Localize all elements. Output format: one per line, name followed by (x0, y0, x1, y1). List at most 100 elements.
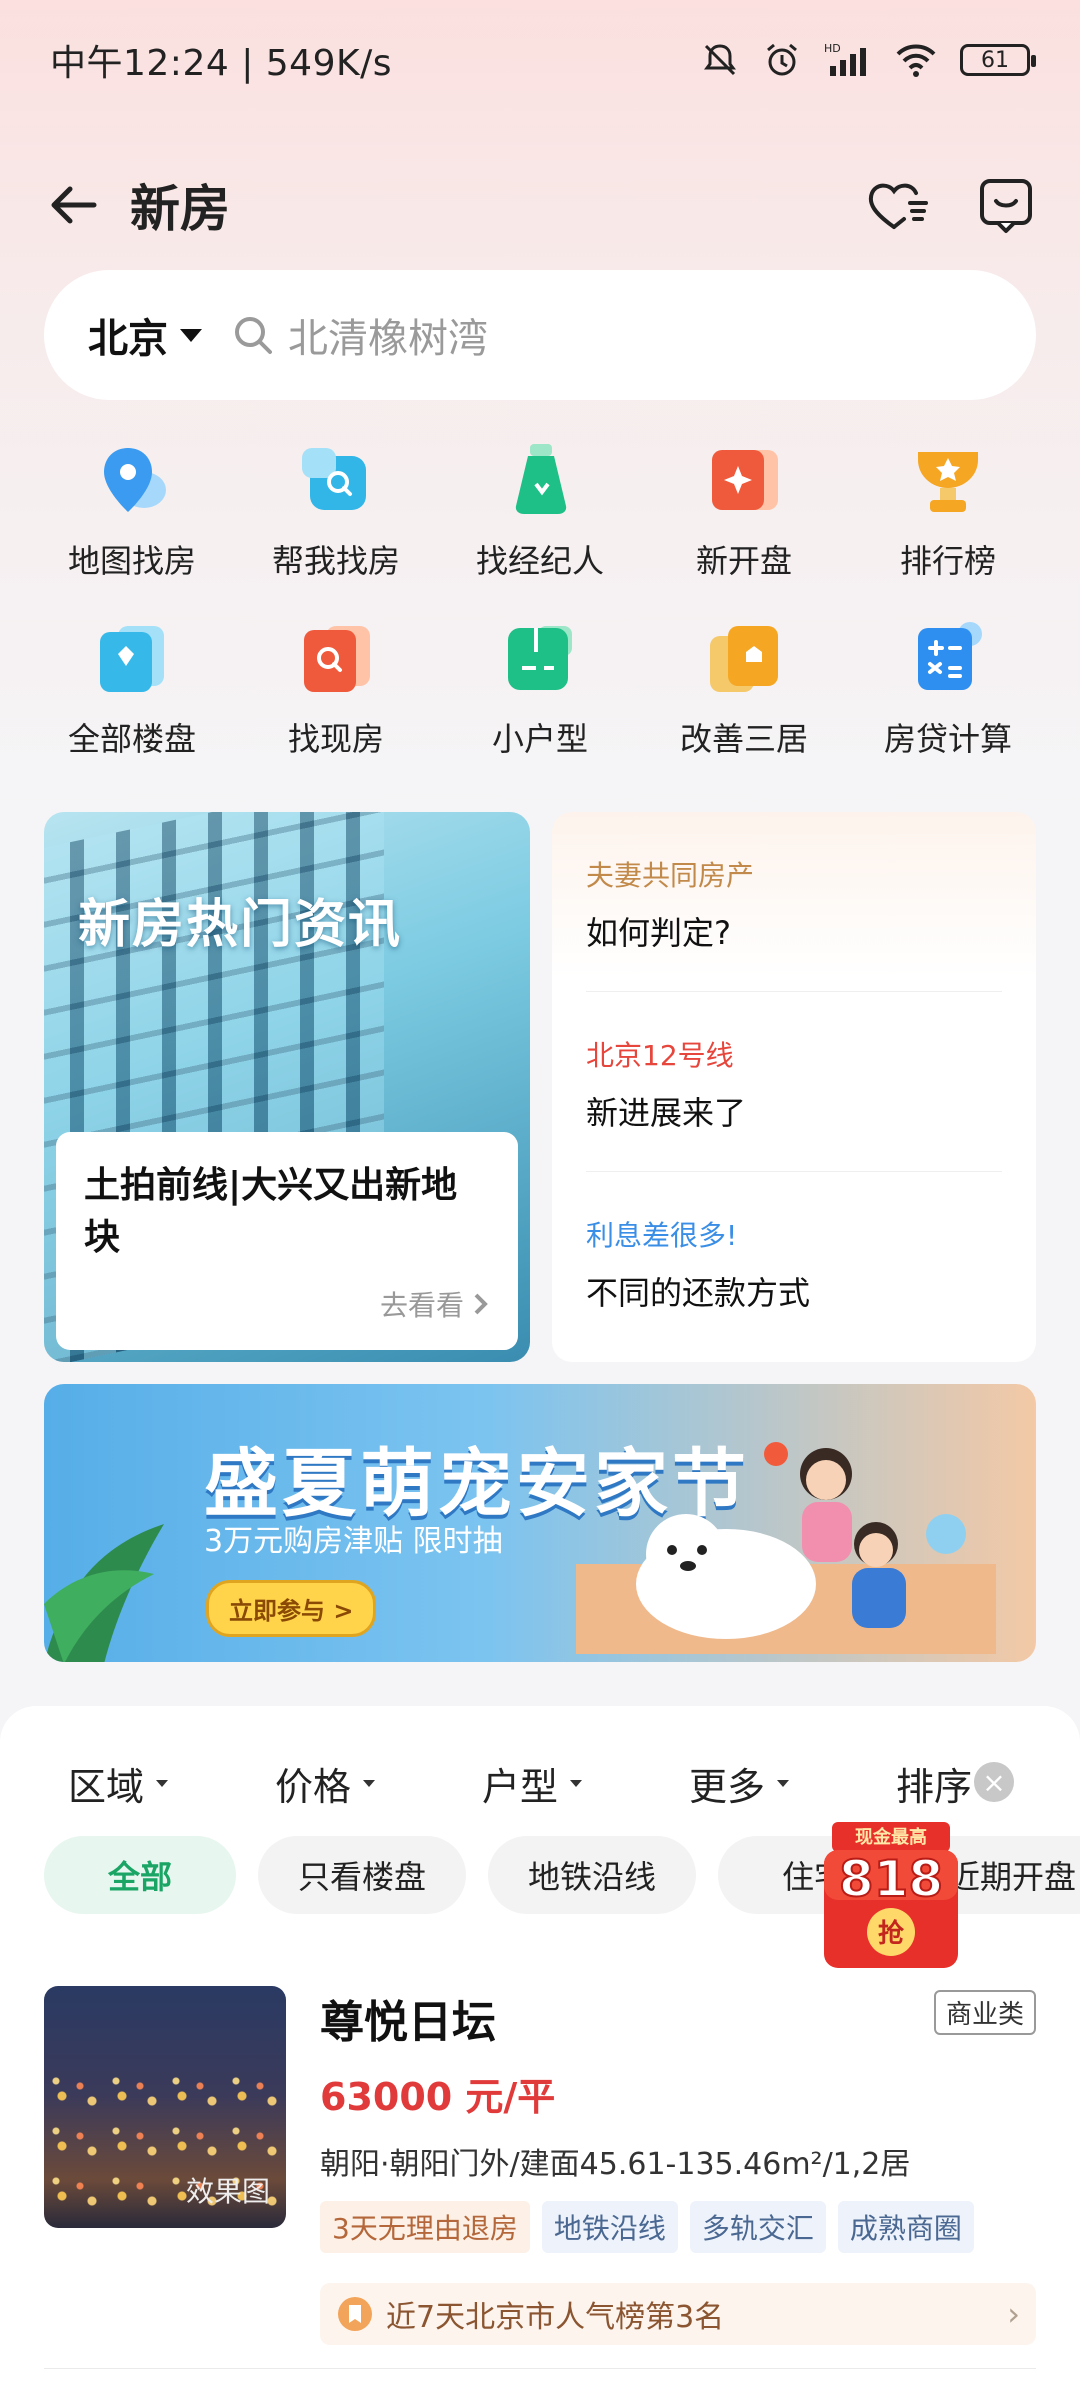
grid-item-three-bedroom[interactable]: 改善三居 (642, 618, 846, 760)
redpack-top-text: 现金最高 (855, 1826, 927, 1848)
alarm-icon (767, 43, 797, 76)
grid-label: 找经纪人 (475, 542, 604, 580)
svg-text:HD: HD (824, 42, 841, 55)
redpack-amount: 818 (839, 1850, 943, 1908)
grid-item-all-buildings[interactable]: 全部楼盘 (30, 618, 234, 760)
go-see-link[interactable]: 去看看 (380, 1284, 490, 1324)
city-caret-icon[interactable] (180, 328, 202, 342)
listing-type-badge: 商业类 (933, 1990, 1036, 2035)
all-buildings-icon (100, 626, 164, 692)
agent-icon (515, 444, 567, 514)
status-time-speed: 中午12:24 | 549K/s (50, 43, 392, 84)
listing-tag: 成熟商圈 (837, 2201, 974, 2253)
grid-item-ranking[interactable]: 排行榜 (846, 440, 1050, 582)
listing-thumbnail: 效果图 (44, 1986, 286, 2228)
grid-item-mortgage-calc[interactable]: 房贷计算 (846, 618, 1050, 760)
filter-more[interactable]: 更多 (689, 1756, 896, 1811)
filter-layout[interactable]: 户型 (482, 1756, 689, 1811)
grid-item-ready-house[interactable]: 找现房 (234, 618, 438, 760)
search-bar[interactable]: 北京 北清橡树湾 (44, 270, 1036, 400)
leaf-decoration (44, 1524, 164, 1662)
filter-label: 户型 (482, 1765, 559, 1809)
topic-tag: 北京12号线 (586, 1039, 734, 1072)
message-icon[interactable] (976, 175, 1036, 235)
three-bedroom-icon (710, 626, 778, 692)
filter-bar: 区域 价格 户型 更多 排序 (0, 1756, 1080, 1811)
small-unit-icon (508, 626, 572, 690)
chevron-down-icon (363, 1780, 376, 1787)
promo-banner[interactable]: 盛夏萌宠安家节 3万元购房津贴 限时抽 立即参与 > (44, 1384, 1036, 1662)
bookmark-badge-icon (338, 2297, 372, 2331)
topic-text: 新进展来了 (586, 1094, 747, 1132)
favorites-heart-icon[interactable] (864, 175, 930, 235)
grid-label: 全部楼盘 (67, 720, 196, 758)
chevron-right-icon (474, 1293, 488, 1315)
signal-icon: HD (824, 42, 866, 76)
grid-item-help-find[interactable]: 帮我找房 (234, 440, 438, 582)
chevron-right-icon: › (1007, 2295, 1020, 2333)
popularity-rank-bar[interactable]: 近7天北京市人气榜第3名 › (320, 2283, 1036, 2345)
news-topic-item[interactable]: 夫妻共同房产 如何判定? (586, 812, 1002, 992)
promo-subtitle: 3万元购房津贴 限时抽 (204, 1524, 503, 1559)
news-article-title: 土拍前线|大兴又出新地块 (84, 1165, 458, 1258)
header-actions (864, 175, 1036, 235)
mute-bell-icon (704, 44, 736, 76)
wifi-icon (896, 44, 936, 77)
grid-label: 新开盘 (695, 542, 792, 580)
news-topic-item[interactable]: 利息差很多! 不同的还款方式 (586, 1172, 1002, 1352)
filter-price[interactable]: 价格 (275, 1756, 482, 1811)
filter-region[interactable]: 区域 (68, 1756, 275, 1811)
topic-text: 如何判定? (586, 914, 731, 952)
back-arrow-icon[interactable] (44, 175, 104, 235)
feature-grid: 地图找房 帮我找房 找经纪人 新开盘 排行榜 全部楼盘 找现房 小户型 改善三居… (30, 440, 1050, 760)
go-see-label: 去看看 (379, 1289, 464, 1322)
red-packet-promo[interactable]: 现金最高 818 抢 (818, 1814, 964, 1974)
listing-tag: 地铁沿线 (541, 2201, 678, 2253)
news-feature-card[interactable]: 新房热门资讯 土拍前线|大兴又出新地块 去看看 (44, 812, 530, 1362)
family-pet-illustration (576, 1442, 996, 1654)
listing-tags: 3天无理由退房 地铁沿线 多轨交汇 成熟商圈 (320, 2201, 1036, 2253)
grid-item-agent[interactable]: 找经纪人 (438, 440, 642, 582)
listing-tag: 3天无理由退房 (320, 2201, 530, 2253)
grid-item-small-unit[interactable]: 小户型 (438, 618, 642, 760)
listing-price: 63000 元/平 (320, 2075, 556, 2119)
calculator-icon (918, 622, 982, 690)
topic-tag: 夫妻共同房产 (586, 859, 755, 892)
topic-tag: 利息差很多! (586, 1219, 738, 1252)
close-popup-icon[interactable]: × (974, 1762, 1014, 1802)
topic-text: 不同的还款方式 (586, 1274, 811, 1312)
chevron-down-icon (570, 1780, 583, 1787)
listing-panel: 区域 价格 户型 更多 排序 全部 只看楼盘 地铁沿线 住宅 近期开盘 × 现金… (0, 1706, 1080, 2400)
grid-item-map[interactable]: 地图找房 (30, 440, 234, 582)
chip-subway[interactable]: 地铁沿线 (488, 1836, 697, 1914)
chip-buildings-only[interactable]: 只看楼盘 (258, 1836, 467, 1914)
page-title: 新房 (130, 180, 230, 238)
news-article-card[interactable]: 土拍前线|大兴又出新地块 去看看 (56, 1132, 518, 1350)
news-topic-item[interactable]: 北京12号线 新进展来了 (586, 992, 1002, 1172)
grid-label: 帮我找房 (271, 542, 400, 580)
grid-label: 排行榜 (899, 542, 996, 580)
join-now-button[interactable]: 立即参与 > (206, 1580, 377, 1637)
status-bar: 中午12:24 | 549K/s HD 61 (0, 0, 1080, 120)
news-headline: 新房热门资讯 (78, 895, 403, 955)
grid-label: 找现房 (287, 720, 384, 758)
rank-text: 近7天北京市人气榜第3名 (386, 2300, 725, 2335)
filter-label: 价格 (275, 1765, 352, 1809)
city-selector[interactable]: 北京 (88, 306, 168, 364)
header: 新房 (0, 150, 1080, 260)
search-input[interactable]: 北清橡树湾 (288, 306, 488, 364)
list-divider (44, 2368, 1036, 2369)
chip-all[interactable]: 全部 (44, 1836, 236, 1914)
find-ready-icon (304, 626, 370, 692)
redpack-action: 抢 (878, 1918, 905, 1949)
chevron-down-icon (777, 1780, 790, 1787)
status-icons: HD 61 (700, 40, 1036, 80)
listing-details: 尊悦日坛 商业类 63000 元/平 朝阳·朝阳门外/建面45.61-135.4… (320, 1986, 1036, 2345)
grid-label: 小户型 (491, 720, 588, 758)
grid-item-new-open[interactable]: 新开盘 (642, 440, 846, 582)
listing-location: 朝阳·朝阳门外/建面45.61-135.46m²/1,2居 (320, 2147, 911, 2182)
listing-tag: 多轨交汇 (689, 2201, 826, 2253)
news-topics-card: 夫妻共同房产 如何判定? 北京12号线 新进展来了 利息差很多! 不同的还款方式 (552, 812, 1036, 1362)
map-pin-icon (104, 448, 166, 512)
grid-label: 房贷计算 (883, 720, 1012, 758)
